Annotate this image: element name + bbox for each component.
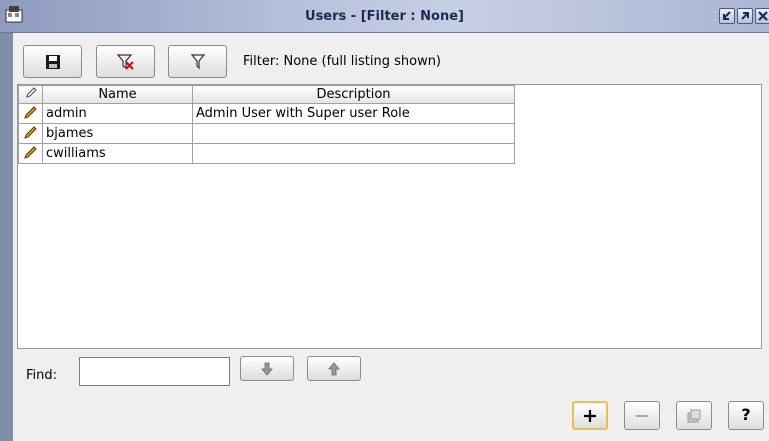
pencil-icon — [25, 86, 37, 98]
close-icon[interactable] — [755, 8, 769, 24]
table-row[interactable]: cwilliams — [18, 143, 515, 164]
find-previous-button[interactable] — [307, 356, 361, 381]
description-cell[interactable]: Admin User with Super user Role — [192, 103, 515, 124]
edit-row-cell[interactable] — [18, 123, 43, 144]
properties-icon — [687, 409, 701, 423]
properties-button[interactable] — [676, 401, 712, 430]
find-label: Find: — [26, 368, 58, 383]
pencil-icon — [23, 145, 37, 159]
table-header-row: Name Description — [18, 85, 515, 104]
name-cell[interactable]: admin — [42, 103, 193, 124]
title-bar[interactable]: Users - [Filter : None] — [0, 0, 769, 33]
window-left-bar — [0, 0, 13, 441]
users-table: Name Description admin Admin User with S… — [18, 85, 515, 164]
plus-icon — [584, 410, 596, 422]
minimize-icon[interactable] — [719, 8, 735, 24]
filter-status-text: Filter: None (full listing shown) — [243, 54, 442, 69]
arrow-down-icon — [261, 362, 273, 376]
floppy-disk-icon — [45, 55, 60, 69]
find-next-button[interactable] — [240, 356, 294, 381]
pencil-icon — [23, 105, 37, 119]
description-column-header[interactable]: Description — [192, 85, 515, 104]
name-cell[interactable]: bjames — [42, 123, 193, 144]
save-button[interactable] — [23, 45, 82, 78]
filter-button[interactable] — [168, 45, 227, 78]
help-button[interactable]: ? — [728, 401, 764, 430]
minus-icon — [636, 415, 648, 417]
clear-filter-button[interactable] — [96, 45, 155, 78]
edit-row-cell[interactable] — [18, 103, 43, 124]
maximize-icon[interactable] — [737, 8, 753, 24]
filter-remove-icon — [116, 54, 134, 70]
name-cell[interactable]: cwilliams — [42, 143, 193, 164]
remove-button[interactable] — [624, 401, 660, 430]
edit-row-cell[interactable] — [18, 143, 43, 164]
find-input[interactable] — [79, 357, 230, 386]
arrow-up-icon — [328, 362, 340, 376]
pencil-icon — [23, 125, 37, 139]
add-button[interactable] — [572, 401, 608, 430]
name-column-header[interactable]: Name — [42, 85, 193, 104]
description-cell[interactable] — [192, 143, 515, 164]
description-cell[interactable] — [192, 123, 515, 144]
users-window: Users - [Filter : None] Filter: None (fu… — [0, 0, 769, 441]
filter-funnel-icon — [190, 54, 205, 70]
window-title: Users - [Filter : None] — [305, 9, 464, 24]
table-row[interactable]: bjames — [18, 123, 515, 144]
edit-column-header[interactable] — [18, 85, 43, 104]
users-table-area: Name Description admin Admin User with S… — [17, 84, 762, 349]
table-row[interactable]: admin Admin User with Super user Role — [18, 103, 515, 124]
